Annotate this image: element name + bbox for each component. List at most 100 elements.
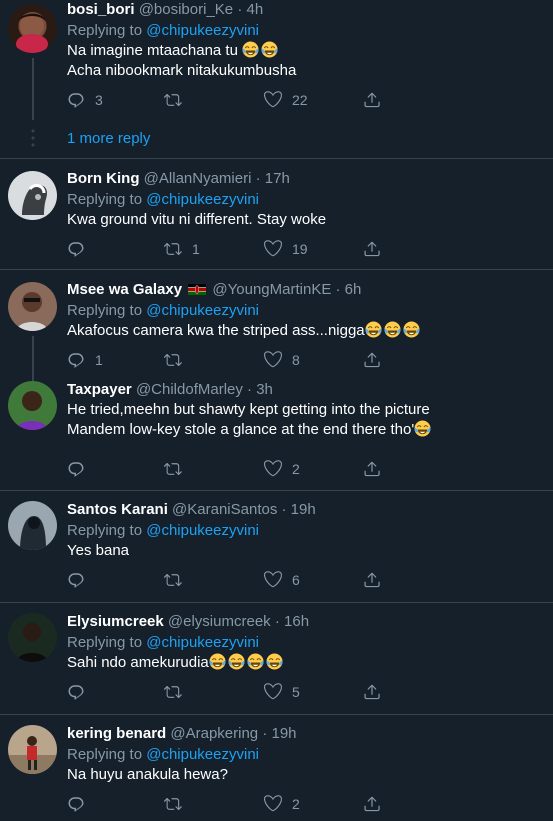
user-handle[interactable]: @KaraniSantos xyxy=(172,501,277,518)
avatar[interactable] xyxy=(8,171,57,220)
tweet-text-line: Akafocus camera kwa the striped ass...ni… xyxy=(67,322,365,339)
reply-button[interactable] xyxy=(67,794,95,814)
tweet[interactable]: Taxpayer @ChildofMarley · 3h He tried,me… xyxy=(0,381,553,491)
like-button[interactable]: 5 xyxy=(264,682,300,702)
tweet-text-line: Mandem low-key stole a glance at the end… xyxy=(67,421,415,438)
like-button[interactable]: 22 xyxy=(264,90,308,110)
tweet-text-line: Yes bana xyxy=(67,542,130,559)
tweet-header: kering benard @Arapkering · 19h xyxy=(67,724,543,744)
reply-icon xyxy=(67,460,85,478)
display-name[interactable]: Msee wa Galaxy xyxy=(67,281,182,298)
tweet[interactable]: Born King @AllanNyamieri · 17h Replying … xyxy=(0,159,553,270)
retweet-button[interactable]: 1 xyxy=(164,239,200,259)
tweet[interactable]: kering benard @Arapkering · 19h Replying… xyxy=(0,715,553,821)
share-icon xyxy=(363,571,381,589)
timestamp[interactable]: · 17h xyxy=(256,170,290,187)
user-handle[interactable]: @YoungMartinKE xyxy=(212,281,331,298)
retweet-icon xyxy=(164,460,182,478)
share-button[interactable] xyxy=(363,794,381,814)
timestamp[interactable]: · 6h xyxy=(336,281,362,298)
like-button[interactable]: 2 xyxy=(264,794,300,814)
retweet-button[interactable] xyxy=(164,90,192,110)
tweet[interactable]: bosi_bori @bosibori_Ke · 4h Replying to … xyxy=(0,0,553,159)
like-button[interactable]: 8 xyxy=(264,350,300,370)
timestamp[interactable]: · 19h xyxy=(262,725,296,742)
like-icon xyxy=(264,683,282,701)
reply-button[interactable]: 1 xyxy=(67,350,103,370)
tweet-actions: 2 xyxy=(67,459,397,479)
avatar[interactable] xyxy=(8,613,57,662)
replying-to-handle[interactable]: @chipukeezyvini xyxy=(146,302,259,319)
tears-of-joy-emoji xyxy=(209,653,226,670)
tweet-header: Santos Karani @KaraniSantos · 19h xyxy=(67,500,543,520)
retweet-icon xyxy=(164,91,182,109)
reply-icon xyxy=(67,795,85,813)
display-name[interactable]: Born King xyxy=(67,170,140,187)
avatar[interactable] xyxy=(8,4,57,53)
user-handle[interactable]: @Arapkering xyxy=(170,725,258,742)
tweet-header: bosi_bori @bosibori_Ke · 4h xyxy=(67,0,543,20)
user-handle[interactable]: @bosibori_Ke xyxy=(139,1,233,18)
share-button[interactable] xyxy=(363,350,381,370)
display-name[interactable]: Elysiumcreek xyxy=(67,613,164,630)
replying-to-prefix: Replying to xyxy=(67,22,143,39)
display-name[interactable]: kering benard xyxy=(67,725,166,742)
replying-to-handle[interactable]: @chipukeezyvini xyxy=(146,22,259,39)
tweet[interactable]: Elysiumcreek @elysiumcreek · 16h Replyin… xyxy=(0,603,553,715)
share-button[interactable] xyxy=(363,459,381,479)
like-button[interactable]: 6 xyxy=(264,570,300,590)
replying-to: Replying to @chipukeezyvini xyxy=(67,21,543,41)
display-name[interactable]: Taxpayer xyxy=(67,381,132,398)
share-button[interactable] xyxy=(363,239,381,259)
tweet-text-line: Sahi ndo amekurudia xyxy=(67,654,209,671)
replying-to-handle[interactable]: @chipukeezyvini xyxy=(146,634,259,651)
tears-of-joy-emoji xyxy=(228,653,245,670)
like-button[interactable]: 2 xyxy=(264,459,300,479)
share-button[interactable] xyxy=(363,90,381,110)
share-button[interactable] xyxy=(363,570,381,590)
timestamp[interactable]: · 3h xyxy=(247,381,273,398)
display-name[interactable]: Santos Karani xyxy=(67,501,168,518)
timestamp[interactable]: · 19h xyxy=(282,501,316,518)
user-handle[interactable]: @AllanNyamieri xyxy=(144,170,252,187)
retweet-button[interactable] xyxy=(164,570,192,590)
tweet-actions: 1 8 xyxy=(67,350,397,370)
retweet-button[interactable] xyxy=(164,350,192,370)
like-count: 22 xyxy=(292,92,308,108)
retweet-button[interactable] xyxy=(164,459,192,479)
user-handle[interactable]: @ChildofMarley xyxy=(136,381,243,398)
more-replies-link[interactable]: 1 more reply xyxy=(67,130,150,147)
retweet-icon xyxy=(164,683,182,701)
replying-to-handle[interactable]: @chipukeezyvini xyxy=(146,191,259,208)
user-handle[interactable]: @elysiumcreek xyxy=(168,613,271,630)
timestamp[interactable]: · 4h xyxy=(237,1,263,18)
display-name[interactable]: bosi_bori xyxy=(67,1,135,18)
replying-to-prefix: Replying to xyxy=(67,634,143,651)
replying-to: Replying to @chipukeezyvini xyxy=(67,521,543,541)
tweet[interactable]: Santos Karani @KaraniSantos · 19h Replyi… xyxy=(0,491,553,603)
reply-button[interactable]: 3 xyxy=(67,90,103,110)
replying-to-handle[interactable]: @chipukeezyvini xyxy=(146,746,259,763)
reply-button[interactable] xyxy=(67,459,95,479)
retweet-button[interactable] xyxy=(164,682,192,702)
tweet-text: Na imagine mtaachana tu Acha nibookmark … xyxy=(67,41,543,81)
share-button[interactable] xyxy=(363,682,381,702)
timestamp[interactable]: · 16h xyxy=(275,613,309,630)
reply-button[interactable] xyxy=(67,682,95,702)
tweet-text-line: Acha nibookmark nitakukumbusha xyxy=(67,62,297,79)
avatar[interactable] xyxy=(8,282,57,331)
share-icon xyxy=(363,460,381,478)
avatar[interactable] xyxy=(8,725,57,774)
reply-button[interactable] xyxy=(67,570,95,590)
retweet-button[interactable] xyxy=(164,794,192,814)
reply-button[interactable] xyxy=(67,239,95,259)
like-count: 8 xyxy=(292,352,300,368)
tweet[interactable]: Msee wa Galaxy @YoungMartinKE · 6h Reply… xyxy=(0,270,553,381)
replying-to-prefix: Replying to xyxy=(67,302,143,319)
replying-to: Replying to @chipukeezyvini xyxy=(67,301,543,321)
avatar[interactable] xyxy=(8,381,57,430)
like-button[interactable]: 19 xyxy=(264,239,308,259)
avatar[interactable] xyxy=(8,501,57,550)
replying-to-handle[interactable]: @chipukeezyvini xyxy=(146,522,259,539)
share-icon xyxy=(363,351,381,369)
